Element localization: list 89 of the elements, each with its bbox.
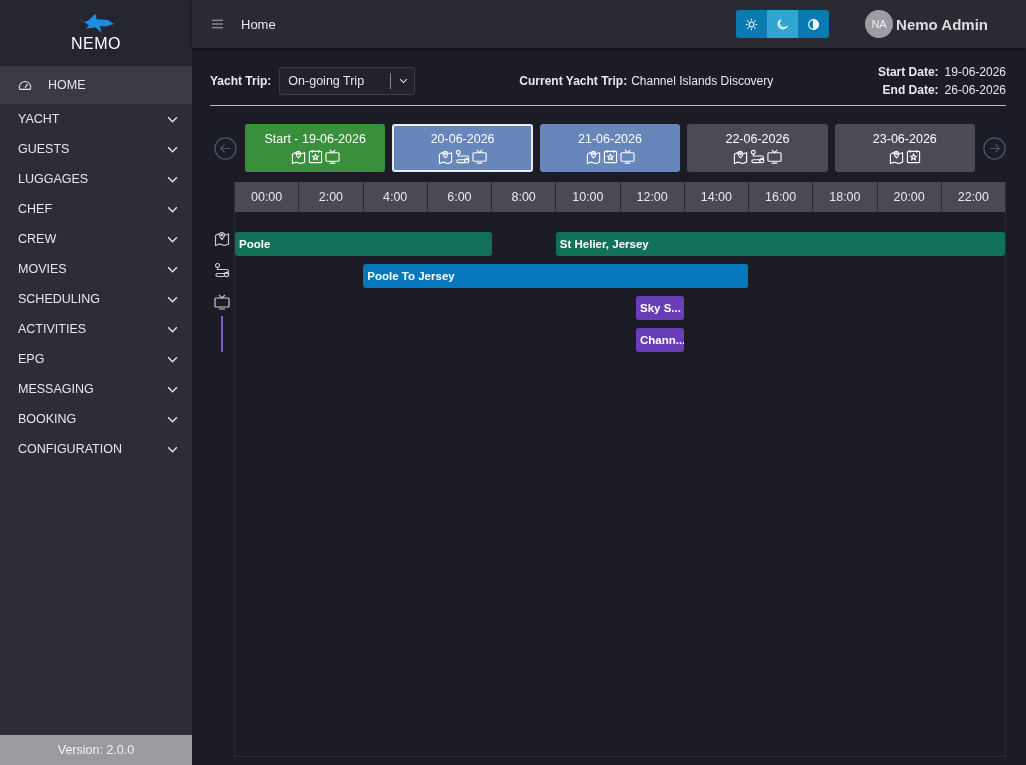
hour-header: 8:00	[491, 182, 556, 212]
tv-icon	[324, 149, 340, 164]
hour-header: 22:00	[940, 182, 1005, 212]
nav-item[interactable]: ACTIVITIES	[0, 314, 192, 344]
hour-header: 20:00	[876, 182, 941, 212]
day-date: 23-06-2026	[872, 132, 937, 146]
chevron-down-icon	[167, 445, 178, 453]
day-card[interactable]: 20-06-2026	[392, 124, 533, 172]
moon-icon	[776, 17, 790, 31]
chevron-down-icon	[167, 385, 178, 393]
day-card[interactable]: 21-06-2026	[539, 124, 681, 172]
current-trip-label: Current Yacht Trip:	[519, 73, 628, 88]
dark-theme-button[interactable]	[767, 10, 799, 38]
route-icon	[455, 149, 471, 164]
chevron-down-icon	[167, 205, 178, 213]
tv-icon	[472, 149, 488, 164]
end-date-label: End Date:	[882, 82, 939, 97]
hour-header: 12:00	[619, 182, 684, 212]
map-pin-icon	[888, 149, 904, 164]
hour-header: 6:00	[426, 182, 491, 212]
calendar-star-icon	[602, 149, 618, 164]
event-bar[interactable]: Chann...	[636, 328, 685, 352]
chevron-down-icon	[167, 265, 178, 273]
hour-header: 14:00	[683, 182, 748, 212]
chevron-down-icon	[167, 235, 178, 243]
nav-item[interactable]: HOME	[0, 66, 192, 104]
tv-icon	[766, 149, 782, 164]
nav-item[interactable]: MESSAGING	[0, 374, 192, 404]
hour-header: 18:00	[812, 182, 877, 212]
current-trip-value: Channel Islands Discovery	[631, 73, 774, 88]
hour-header: 2:00	[298, 182, 363, 212]
yacht-trip-label: Yacht Trip:	[210, 73, 272, 88]
event-bar[interactable]: Poole To Jersey	[363, 264, 749, 288]
nav-item[interactable]: CREW	[0, 224, 192, 254]
route-icon	[214, 262, 230, 278]
contrast-theme-button[interactable]	[798, 10, 830, 38]
dashboard-icon	[18, 78, 32, 92]
day-date: 20-06-2026	[430, 132, 495, 146]
map-pin-icon	[585, 149, 601, 164]
nav-item[interactable]: MOVIES	[0, 254, 192, 284]
chevron-down-icon	[167, 325, 178, 333]
chevron-down-icon	[399, 77, 409, 84]
menu-icon[interactable]	[212, 19, 223, 29]
day-date: 21-06-2026	[578, 132, 642, 146]
event-bar[interactable]: Sky S...	[636, 296, 685, 320]
event-bar[interactable]: Poole	[235, 232, 492, 256]
nav-item[interactable]: YACHT	[0, 104, 192, 134]
sun-icon	[745, 17, 759, 31]
nav-item[interactable]: LUGGAGES	[0, 164, 192, 194]
version-label: Version: 2.0.0	[0, 735, 192, 765]
start-date-label: Start Date:	[877, 64, 939, 79]
day-date: 22-06-2026	[725, 132, 790, 146]
map-pin-icon	[214, 230, 230, 246]
breadcrumb[interactable]: Home	[241, 16, 276, 32]
chevron-down-icon	[167, 415, 178, 423]
nav-item[interactable]: CHEF	[0, 194, 192, 224]
map-pin-icon	[732, 149, 748, 164]
tv-icon	[214, 294, 230, 310]
chevron-down-icon	[167, 295, 178, 303]
hour-header: 16:00	[748, 182, 813, 212]
nav-item[interactable]: SCHEDULING	[0, 284, 192, 314]
nav-item[interactable]: GUESTS	[0, 134, 192, 164]
map-pin-icon	[438, 149, 454, 164]
user-name[interactable]: Nemo Admin	[896, 15, 988, 33]
end-date-value: 26-06-2026	[944, 82, 1006, 97]
hour-header: 4:00	[362, 182, 427, 212]
tv-icon	[619, 149, 635, 164]
light-theme-button[interactable]	[736, 10, 768, 38]
start-date-value: 19-06-2026	[944, 64, 1006, 79]
day-card[interactable]: Start - 19-06-2026	[245, 124, 386, 172]
trip-select[interactable]: On-going Trip	[279, 66, 416, 95]
day-card[interactable]: 23-06-2026	[834, 124, 976, 172]
day-card[interactable]: 22-06-2026	[687, 124, 828, 172]
map-pin-icon	[290, 149, 306, 164]
hour-header: 10:00	[555, 182, 620, 212]
lane-bracket-line	[221, 316, 223, 352]
logo-text: NEMO	[71, 35, 121, 53]
chevron-down-icon	[167, 175, 178, 183]
event-bar[interactable]: St Helier, Jersey	[555, 232, 1005, 256]
chevron-down-icon	[167, 355, 178, 363]
day-date: Start - 19-06-2026	[264, 132, 366, 146]
nav-item[interactable]: EPG	[0, 344, 192, 374]
chevron-down-icon	[167, 145, 178, 153]
nav-item[interactable]: CONFIGURATION	[0, 434, 192, 464]
half-circle-icon	[807, 17, 821, 31]
chevron-down-icon	[167, 115, 178, 123]
nav-item[interactable]: BOOKING	[0, 404, 192, 434]
route-icon	[749, 149, 765, 164]
hour-header: 00:00	[250, 189, 284, 206]
